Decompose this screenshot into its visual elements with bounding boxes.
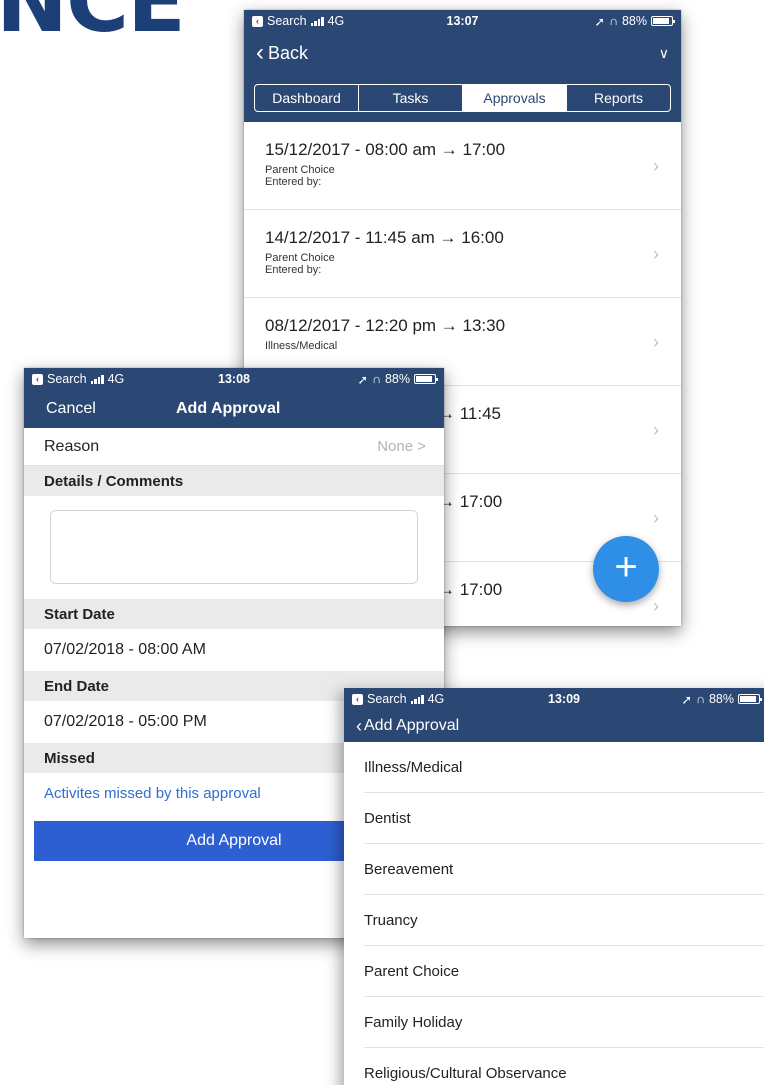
back-app-label[interactable]: Search xyxy=(267,14,307,28)
entry-entered-by: Entered by: xyxy=(265,176,322,188)
tab-bar: Dashboard Tasks Approvals Reports xyxy=(244,74,681,122)
reason-options-list: Illness/Medical Dentist Bereavement Trua… xyxy=(344,742,764,1085)
nav-bar: Cancel Add Approval xyxy=(24,390,444,428)
signal-icon xyxy=(310,16,324,26)
signal-icon xyxy=(410,694,424,704)
chevron-right-icon: › xyxy=(653,156,659,176)
headphones-icon: ∩ xyxy=(371,372,381,386)
chevron-down-icon[interactable]: ∨ xyxy=(659,45,669,62)
headphones-icon: ∩ xyxy=(608,14,618,28)
tab-approvals[interactable]: Approvals xyxy=(463,85,567,111)
chevron-right-icon: › xyxy=(653,244,659,264)
signal-icon xyxy=(90,374,104,384)
reason-option-bereavement[interactable]: Bereavement xyxy=(364,844,764,895)
details-container xyxy=(24,496,444,599)
add-approval-fab[interactable]: + xyxy=(593,536,659,602)
reason-option-dentist[interactable]: Dentist xyxy=(364,793,764,844)
entry-title: 08/12/2017 - 12:20 pm → 13:30 xyxy=(265,316,506,335)
start-date-field[interactable]: 07/02/2018 - 08:00 AM xyxy=(24,629,444,671)
nav-bar: ‹ Back ∨ xyxy=(244,32,681,74)
chevron-left-icon[interactable]: ‹ xyxy=(256,39,264,67)
back-button[interactable]: Back xyxy=(268,43,308,64)
chevron-right-icon: › xyxy=(653,420,659,440)
status-time: 13:07 xyxy=(446,14,479,28)
headphones-icon: ∩ xyxy=(695,692,705,706)
entry-reason: Parent Choice xyxy=(265,164,335,176)
tab-dashboard[interactable]: Dashboard xyxy=(255,85,359,111)
back-to-app-icon[interactable]: ‹ xyxy=(252,15,263,27)
entry-title: 14/12/2017 - 11:45 am → 16:00 xyxy=(265,228,504,247)
cancel-button[interactable]: Cancel xyxy=(46,400,96,418)
tab-tasks[interactable]: Tasks xyxy=(359,85,463,111)
battery-icon xyxy=(414,374,438,384)
back-button[interactable]: Add Approval xyxy=(364,717,459,735)
details-header: Details / Comments xyxy=(24,466,444,496)
reason-option-religious-cultural[interactable]: Religious/Cultural Observance xyxy=(364,1048,764,1085)
location-icon: ➚ xyxy=(681,692,692,707)
page: NCE ‹ Search 4G 13:07 ➚ ∩ 88% ‹ Back ∨ D… xyxy=(0,0,764,1085)
tab-reports[interactable]: Reports xyxy=(567,85,670,111)
brand-logo-fragment: NCE xyxy=(0,0,186,52)
nav-bar: ‹ Add Approval xyxy=(344,710,764,742)
network-label: 4G xyxy=(327,14,345,28)
list-item[interactable]: 14/12/2017 - 11:45 am → 16:00 Parent Cho… xyxy=(244,210,681,298)
page-title: Add Approval xyxy=(176,400,281,417)
battery-icon xyxy=(738,694,762,704)
entry-reason: Parent Choice xyxy=(265,252,335,264)
battery-percent: 88% xyxy=(621,14,647,28)
chevron-right-icon: › xyxy=(653,508,659,528)
location-icon: ➚ xyxy=(357,372,368,387)
chevron-right-icon: › xyxy=(653,332,659,352)
list-item[interactable]: 15/12/2017 - 08:00 am → 17:00 Parent Cho… xyxy=(244,122,681,210)
status-bar: ‹ Search 4G 13:07 ➚ ∩ 88% xyxy=(244,10,681,32)
network-label: 4G xyxy=(107,372,125,386)
back-app-label[interactable]: Search xyxy=(367,692,407,706)
reason-label: Reason xyxy=(44,437,100,455)
chevron-right-icon: › xyxy=(653,596,659,616)
reason-picker-screen: ‹ Search 4G 13:09 ➚ ∩ 88% ‹ Add Approval… xyxy=(344,688,764,1085)
reason-option-illness-medical[interactable]: Illness/Medical xyxy=(364,742,764,793)
network-label: 4G xyxy=(427,692,445,706)
back-to-app-icon[interactable]: ‹ xyxy=(352,693,363,705)
chevron-left-icon[interactable]: ‹ xyxy=(356,716,362,737)
back-to-app-icon[interactable]: ‹ xyxy=(32,373,43,385)
entry-entered-by: Entered by: xyxy=(265,264,322,276)
details-textarea[interactable] xyxy=(50,510,418,584)
entry-title: → 17:00 xyxy=(438,492,503,511)
battery-icon xyxy=(651,16,675,26)
reason-row[interactable]: Reason None > xyxy=(24,428,444,466)
reason-option-parent-choice[interactable]: Parent Choice xyxy=(364,946,764,997)
status-time: 13:08 xyxy=(218,372,250,386)
status-bar: ‹ Search 4G 13:08 ➚ ∩ 88% xyxy=(24,368,444,390)
entry-title: 15/12/2017 - 08:00 am → 17:00 xyxy=(265,140,506,159)
status-time: 13:09 xyxy=(548,692,580,706)
entry-reason: Illness/Medical xyxy=(265,340,338,352)
battery-percent: 88% xyxy=(708,692,734,706)
reason-value: None > xyxy=(377,438,426,455)
battery-percent: 88% xyxy=(384,372,410,386)
reason-option-truancy[interactable]: Truancy xyxy=(364,895,764,946)
entry-title: → 11:45 xyxy=(438,404,502,423)
start-date-header: Start Date xyxy=(24,599,444,629)
reason-option-family-holiday[interactable]: Family Holiday xyxy=(364,997,764,1048)
back-app-label[interactable]: Search xyxy=(47,372,87,386)
segmented-control: Dashboard Tasks Approvals Reports xyxy=(254,84,671,112)
status-bar: ‹ Search 4G 13:09 ➚ ∩ 88% xyxy=(344,688,764,710)
location-icon: ➚ xyxy=(594,14,605,29)
